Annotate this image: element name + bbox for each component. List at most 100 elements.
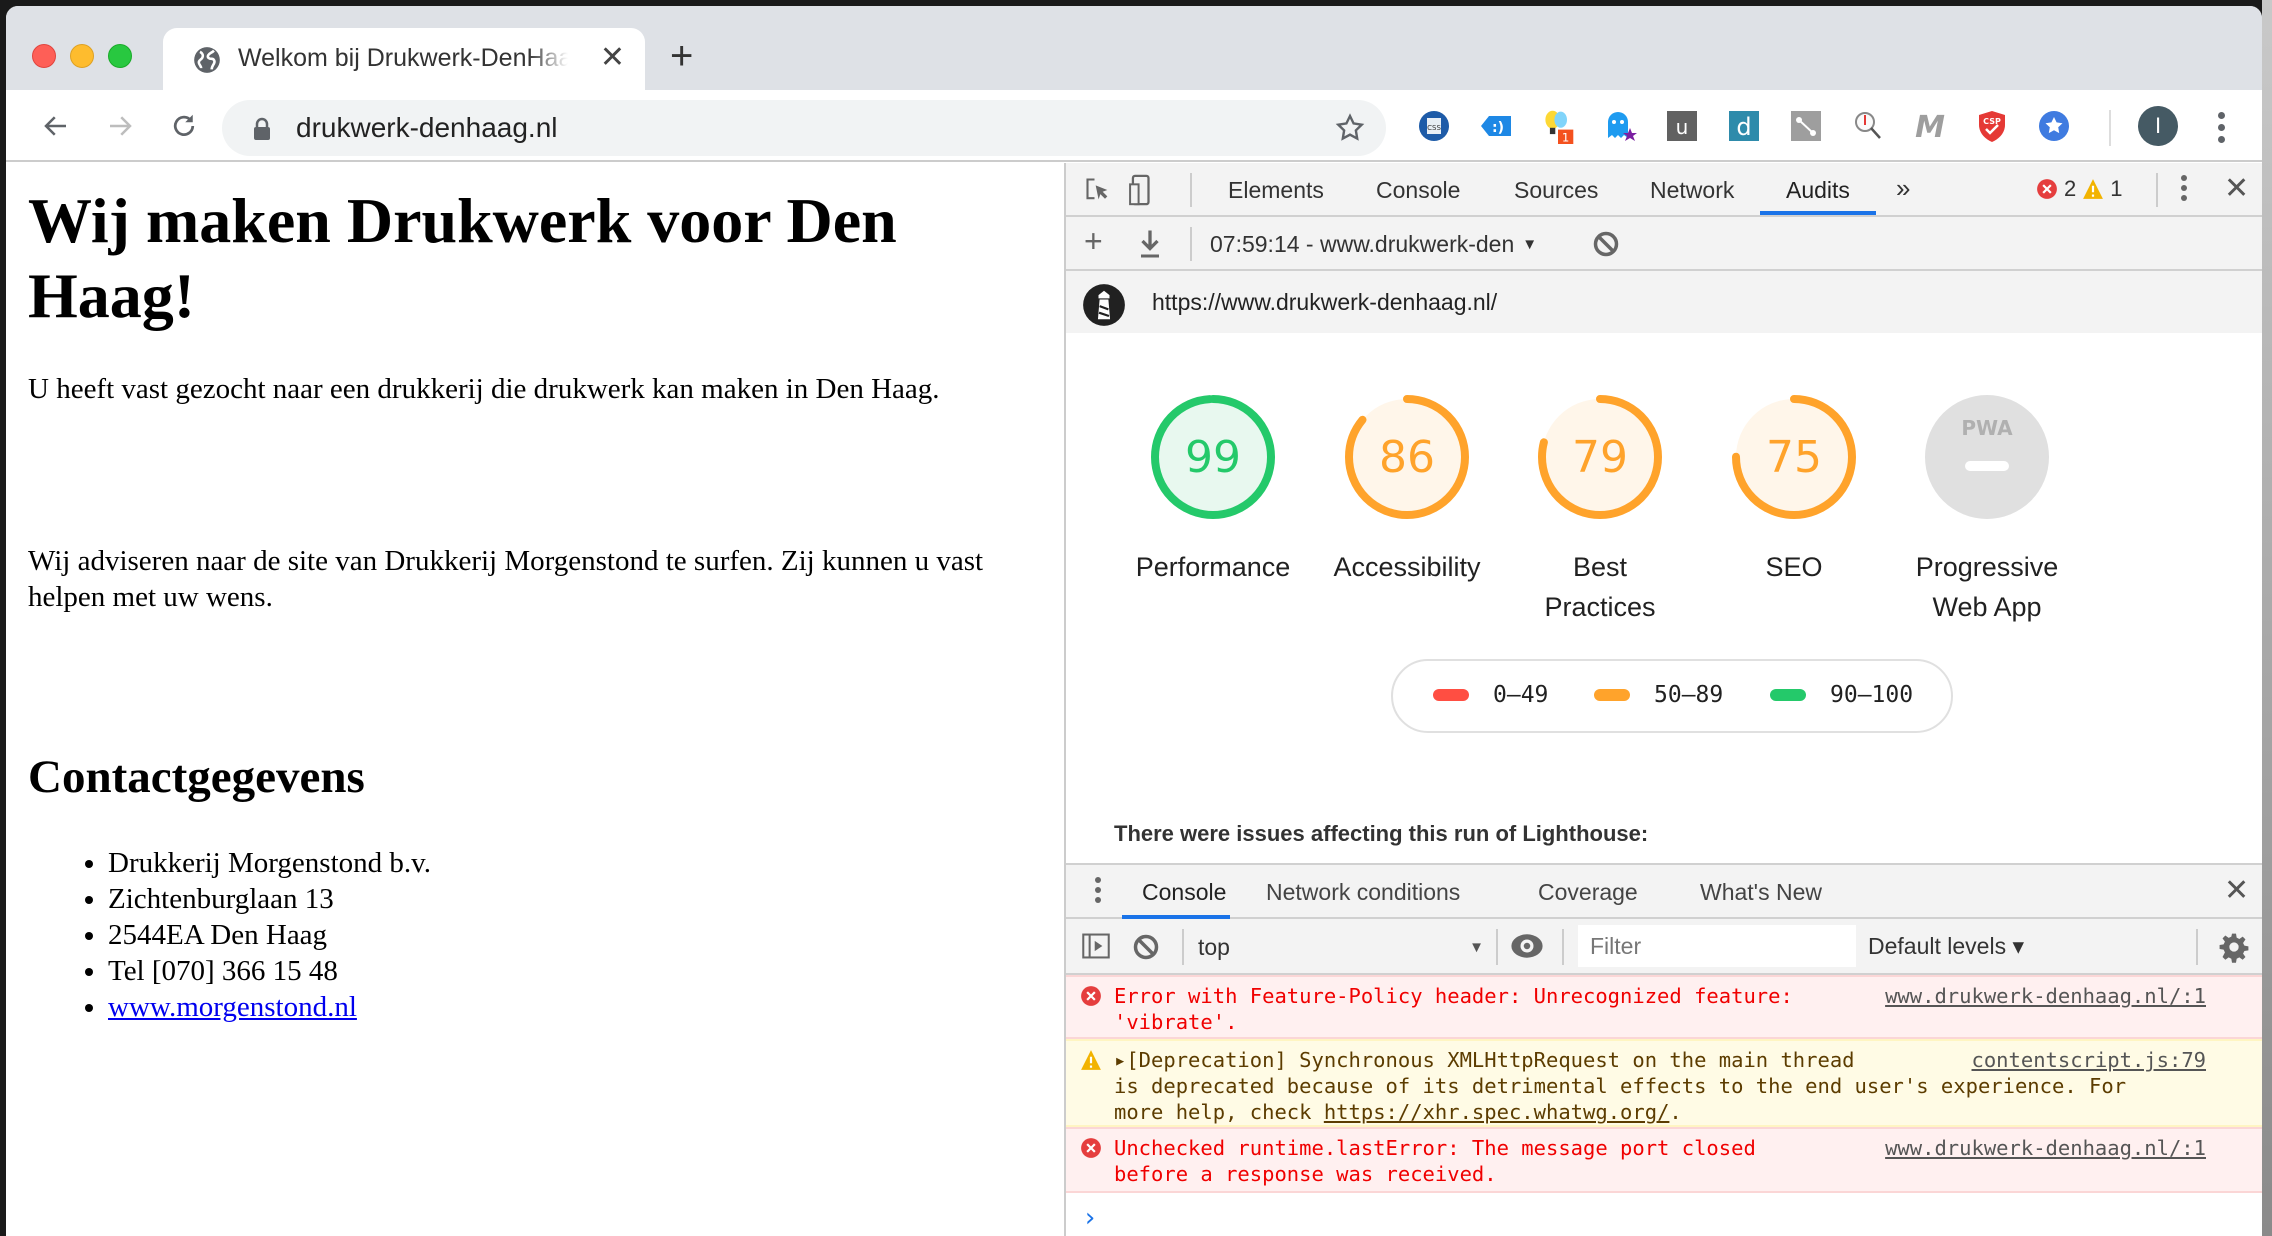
- u-extension-icon[interactable]: u: [1664, 108, 1700, 144]
- tab-audits[interactable]: Audits: [1786, 177, 1850, 204]
- score-gauge-best-practices[interactable]: 79 Best Practices: [1510, 389, 1690, 627]
- d-extension-icon[interactable]: d: [1726, 108, 1762, 144]
- inspect-extension-icon[interactable]: [1850, 108, 1886, 144]
- legend-item-average: 50–89: [1594, 682, 1723, 708]
- drawer-tab-network-conditions[interactable]: Network conditions: [1266, 879, 1460, 906]
- reload-button[interactable]: [164, 106, 204, 146]
- css-viewer-extension-icon[interactable]: CSS: [1416, 108, 1452, 144]
- report-select-value: 07:59:14 - www.drukwerk-den: [1210, 231, 1515, 257]
- csp-extension-icon[interactable]: CSP: [1974, 108, 2010, 144]
- close-devtools-icon[interactable]: ✕: [2224, 171, 2249, 206]
- live-expression-eye-icon[interactable]: [1510, 933, 1544, 959]
- pwa-dash: [1965, 461, 2009, 471]
- active-tab-indicator: [1760, 211, 1876, 215]
- browser-window: Welkom bij Drukwerk-DenHaag ✕ + drukwerk…: [6, 6, 2262, 1236]
- gauge-background: [1925, 395, 2049, 519]
- gauge-label: Performance: [1135, 552, 1291, 582]
- score-gauge-performance[interactable]: 99 Performance: [1123, 389, 1303, 587]
- devtools-menu-icon[interactable]: [2180, 175, 2188, 201]
- legend-range: 50–89: [1654, 682, 1724, 708]
- audited-url-bar: https://www.drukwerk-denhaag.nl/: [1066, 271, 2262, 333]
- device-toolbar-icon[interactable]: [1128, 173, 1152, 207]
- issues-warning-text: There were issues affecting this run of …: [1114, 821, 1649, 846]
- arrow-left-icon: [44, 116, 66, 136]
- error-counter[interactable]: 2 1: [2036, 176, 2123, 202]
- minimize-window-button[interactable]: [70, 44, 94, 68]
- svg-text:CSS: CSS: [1427, 124, 1441, 132]
- toolbar-separator: [2109, 110, 2111, 146]
- legend-item-pass: 90–100: [1770, 682, 1913, 708]
- legend-swatch: [1433, 689, 1469, 701]
- toggle-sidebar-icon[interactable]: [1082, 933, 1110, 959]
- tab-elements[interactable]: Elements: [1228, 177, 1324, 204]
- tab-sources[interactable]: Sources: [1514, 177, 1598, 204]
- connect-extension-icon[interactable]: [1788, 108, 1824, 144]
- score-gauge-seo[interactable]: 75 SEO: [1704, 389, 1884, 587]
- clear-reports-icon[interactable]: [1592, 230, 1620, 258]
- address-bar[interactable]: drukwerk-denhaag.nl: [222, 100, 1386, 156]
- profile-avatar[interactable]: I: [2138, 106, 2178, 146]
- tab-console[interactable]: Console: [1376, 177, 1460, 204]
- morgenstond-link[interactable]: www.morgenstond.nl: [108, 991, 357, 1023]
- error-icon: [1081, 986, 1101, 1006]
- close-window-button[interactable]: [32, 44, 56, 68]
- console-message-source-link[interactable]: www.drukwerk-denhaag.nl/:1: [1885, 983, 2206, 1009]
- tag-extension-icon[interactable]: :): [1478, 108, 1514, 144]
- console-message-source-link[interactable]: contentscript.js:79: [1972, 1047, 2207, 1073]
- inspect-element-icon[interactable]: [1084, 176, 1112, 204]
- tab-title: Welkom bij Drukwerk-DenHaag: [238, 44, 568, 72]
- close-drawer-icon[interactable]: ✕: [2224, 873, 2249, 908]
- lightbulb-extension-icon[interactable]: 1: [1540, 108, 1576, 144]
- contact-list: Drukkerij Morgenstond b.v. Zichtenburgla…: [28, 845, 1042, 1025]
- divider: [1182, 929, 1184, 965]
- gauge-ring: 79: [1538, 395, 1662, 519]
- address-url: drukwerk-denhaag.nl: [296, 112, 558, 143]
- browser-tab[interactable]: Welkom bij Drukwerk-DenHaag ✕: [163, 28, 645, 90]
- console-filter-input[interactable]: [1578, 925, 1856, 967]
- gauge-score: 99: [1185, 432, 1241, 483]
- drawer-tab-bar: Console Network conditions Coverage What…: [1066, 863, 2262, 919]
- gauge-ring: PWA: [1925, 395, 2049, 519]
- warning-count: 1: [2110, 176, 2123, 201]
- devtools-tab-bar: Elements Console Sources Network Audits …: [1066, 163, 2262, 217]
- contact-item: www.morgenstond.nl: [108, 989, 1042, 1025]
- more-tabs-button[interactable]: »: [1896, 173, 1910, 204]
- console-filter-field[interactable]: [1578, 925, 1856, 967]
- score-gauge-progressive-web-app[interactable]: PWA Progressive Web App: [1897, 389, 2077, 627]
- divider: [1190, 227, 1192, 261]
- maximize-window-button[interactable]: [108, 44, 132, 68]
- bookmark-star-icon[interactable]: [1334, 112, 1366, 144]
- error-icon: [1081, 1138, 1101, 1158]
- tab-network[interactable]: Network: [1650, 177, 1734, 204]
- console-settings-gear-icon[interactable]: [2218, 931, 2250, 963]
- warning-icon: [2083, 179, 2104, 199]
- ghostery-extension-icon[interactable]: [1602, 108, 1638, 144]
- drawer-menu-icon[interactable]: [1094, 877, 1102, 903]
- drawer-tab-whats-new[interactable]: What's New: [1700, 879, 1822, 906]
- drawer-tab-console[interactable]: Console: [1142, 879, 1226, 906]
- report-select-dropdown[interactable]: 07:59:14 - www.drukwerk-den ▼: [1210, 231, 1537, 258]
- console-message-source-link[interactable]: www.drukwerk-denhaag.nl/:1: [1885, 1135, 2206, 1161]
- forward-button[interactable]: [100, 106, 140, 146]
- console-toolbar: top ▼ Default levels ▾: [1066, 919, 2262, 975]
- back-button[interactable]: [36, 106, 76, 146]
- star-extension-icon[interactable]: [2036, 108, 2072, 144]
- tab-strip: Welkom bij Drukwerk-DenHaag ✕ +: [6, 6, 2262, 90]
- new-audit-plus-icon[interactable]: +: [1084, 223, 1103, 260]
- error-count: 2: [2064, 176, 2077, 201]
- svg-text:1: 1: [1562, 130, 1569, 144]
- contact-item: Tel [070] 366 15 48: [108, 953, 1042, 989]
- drawer-tab-coverage[interactable]: Coverage: [1538, 879, 1638, 906]
- new-tab-button[interactable]: +: [670, 36, 693, 76]
- log-levels-dropdown[interactable]: Default levels ▾: [1868, 933, 2024, 960]
- score-gauge-accessibility[interactable]: 86 Accessibility: [1317, 389, 1497, 587]
- clear-console-icon[interactable]: [1132, 933, 1160, 961]
- close-tab-icon[interactable]: ✕: [600, 41, 625, 75]
- console-prompt[interactable]: ›: [1082, 1203, 1098, 1233]
- download-report-icon[interactable]: [1138, 229, 1162, 259]
- browser-menu-icon[interactable]: [2217, 112, 2225, 143]
- intro-paragraph: U heeft vast gezocht naar een drukkerij …: [28, 373, 940, 405]
- m-extension-icon[interactable]: M: [1912, 108, 1948, 144]
- xhr-spec-link[interactable]: https://xhr.spec.whatwg.org/: [1324, 1100, 1670, 1124]
- context-selector[interactable]: top ▼: [1198, 925, 1484, 969]
